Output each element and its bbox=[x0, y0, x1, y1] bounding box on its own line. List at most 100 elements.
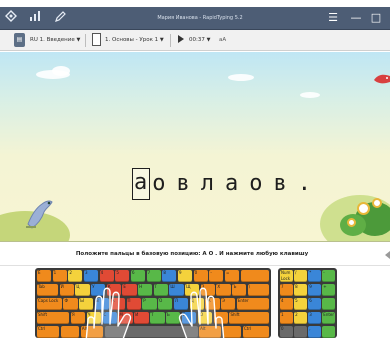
key: Enter bbox=[236, 297, 269, 311]
key: Ю bbox=[197, 311, 213, 325]
hint-bar: Положите пальцы в базовую позицию: А О .… bbox=[0, 243, 390, 266]
numpad-key bbox=[294, 325, 307, 338]
key: З bbox=[200, 283, 215, 297]
timer-label: 00:37 bbox=[189, 37, 205, 43]
minimize-button[interactable]: — bbox=[349, 10, 363, 26]
title-bar: Мария Иванова - RapidTyping 5.2 ☰ — □ bbox=[0, 7, 390, 30]
play-icon[interactable] bbox=[178, 35, 184, 43]
numpad-key: , bbox=[308, 325, 321, 338]
lesson-label: 1. Основы - Урок 1 bbox=[105, 37, 159, 43]
key: \ bbox=[247, 283, 269, 297]
numpad-key: * bbox=[308, 270, 321, 283]
key: Э bbox=[221, 297, 236, 311]
numpad-key: 6 bbox=[308, 297, 321, 311]
chevron-down-icon: ▼ bbox=[206, 37, 211, 43]
flower-icon bbox=[357, 202, 370, 215]
key bbox=[240, 270, 269, 283]
course-icon: ▤ bbox=[14, 33, 25, 47]
key: Ж bbox=[205, 297, 220, 311]
numpad-key bbox=[322, 325, 335, 338]
key: О bbox=[158, 297, 173, 311]
numpad-key: 7 bbox=[280, 283, 293, 297]
key: = bbox=[225, 270, 240, 283]
key: 6 bbox=[131, 270, 146, 283]
toolbar: ▤ RU 1. Введение ▼ 1. Основы - Урок 1 ▼ … bbox=[0, 30, 390, 51]
current-character: а bbox=[132, 168, 151, 200]
cloud bbox=[300, 92, 320, 98]
toolbar-divider bbox=[85, 34, 86, 47]
key: Shift bbox=[37, 311, 70, 325]
key: Ц bbox=[75, 283, 90, 297]
key: Ctrl bbox=[37, 325, 60, 338]
key: 0 bbox=[193, 270, 208, 283]
key: 5 bbox=[115, 270, 130, 283]
numpad-key: 5 bbox=[294, 297, 307, 311]
practice-area: а овлаов. bbox=[0, 52, 390, 242]
key: Ctrl bbox=[242, 325, 269, 338]
pen-icon[interactable] bbox=[52, 9, 68, 27]
key: Ф bbox=[63, 297, 78, 311]
bird-icon bbox=[374, 74, 390, 84]
numpad-key: Num Lock bbox=[280, 270, 293, 283]
key: Alt bbox=[80, 325, 104, 338]
exercise-text: а овлаов. bbox=[132, 168, 312, 204]
font-size-button[interactable]: аА bbox=[219, 34, 226, 47]
maximize-button[interactable]: □ bbox=[369, 10, 383, 26]
key: Г bbox=[153, 283, 168, 297]
keyboard-icon[interactable] bbox=[3, 9, 19, 27]
menu-icon[interactable]: ☰ bbox=[326, 10, 340, 26]
key: Н bbox=[138, 283, 153, 297]
key: Е bbox=[122, 283, 137, 297]
key: Caps Lock bbox=[37, 297, 62, 311]
collapse-arrow-icon[interactable] bbox=[385, 251, 390, 259]
key bbox=[222, 325, 242, 338]
virtual-keyboard-area: Ё 1 2 3 4 5 6 7 8 9 0- = Tab Й Ц У К Е Н Г Ш Щ З Х Ъ \ Caps Lock Ф Ы… bbox=[0, 266, 390, 342]
key bbox=[60, 325, 80, 338]
lesson-dropdown[interactable]: 1. Основы - Урок 1 ▼ bbox=[105, 34, 164, 47]
key: Й bbox=[59, 283, 74, 297]
numpad-key: 8 bbox=[294, 283, 307, 297]
key: Alt bbox=[199, 325, 222, 338]
window-title: Мария Иванова - RapidTyping 5.2 bbox=[157, 15, 243, 21]
trailing-char: . bbox=[297, 171, 312, 196]
key: 1 bbox=[52, 270, 67, 283]
key: 2 bbox=[68, 270, 83, 283]
key: 9 bbox=[178, 270, 193, 283]
key: Tab bbox=[37, 283, 59, 297]
numeric-keypad: Num Lock / * - 7 8 9 +4 5 6 1 2 3 Enter 0, bbox=[278, 268, 337, 338]
course-dropdown[interactable]: RU 1. Введение ▼ bbox=[30, 34, 80, 47]
key: Х bbox=[216, 283, 231, 297]
flower-icon bbox=[347, 218, 356, 227]
key: 8 bbox=[162, 270, 177, 283]
timer-dropdown[interactable]: 00:37 ▼ bbox=[189, 34, 210, 47]
key: М bbox=[118, 311, 133, 325]
virtual-keyboard: Ё 1 2 3 4 5 6 7 8 9 0- = Tab Й Ц У К Е Н Г Ш Щ З Х Ъ \ Caps Lock Ф Ы… bbox=[35, 268, 271, 338]
numpad-key: / bbox=[294, 270, 307, 283]
cloud bbox=[52, 66, 70, 76]
numpad-key: 3 bbox=[308, 311, 321, 325]
remaining-letters: овлаов bbox=[152, 171, 298, 196]
key: А bbox=[110, 297, 126, 311]
numpad-key: 2 bbox=[294, 311, 307, 325]
key: Л bbox=[173, 297, 189, 311]
key bbox=[104, 325, 198, 338]
numpad-key bbox=[322, 297, 335, 311]
stats-icon[interactable] bbox=[27, 9, 43, 27]
key: Ь bbox=[166, 311, 181, 325]
document-icon bbox=[92, 33, 101, 46]
key: Ч bbox=[86, 311, 102, 325]
key: С bbox=[102, 311, 117, 325]
remaining-text: овлаов. bbox=[152, 168, 312, 200]
key: У bbox=[91, 283, 106, 297]
key: 4 bbox=[99, 270, 114, 283]
key: Ё bbox=[37, 270, 52, 283]
key: К bbox=[106, 283, 121, 297]
key: И bbox=[134, 311, 149, 325]
key: Я bbox=[70, 311, 86, 325]
key: П bbox=[126, 297, 141, 311]
numpad-key: 4 bbox=[280, 297, 293, 311]
key: Щ bbox=[185, 283, 200, 297]
key: . bbox=[213, 311, 228, 325]
key: Б bbox=[181, 311, 197, 325]
rapidtyping-window: Мария Иванова - RapidTyping 5.2 ☰ — □ ▤ … bbox=[0, 0, 390, 342]
